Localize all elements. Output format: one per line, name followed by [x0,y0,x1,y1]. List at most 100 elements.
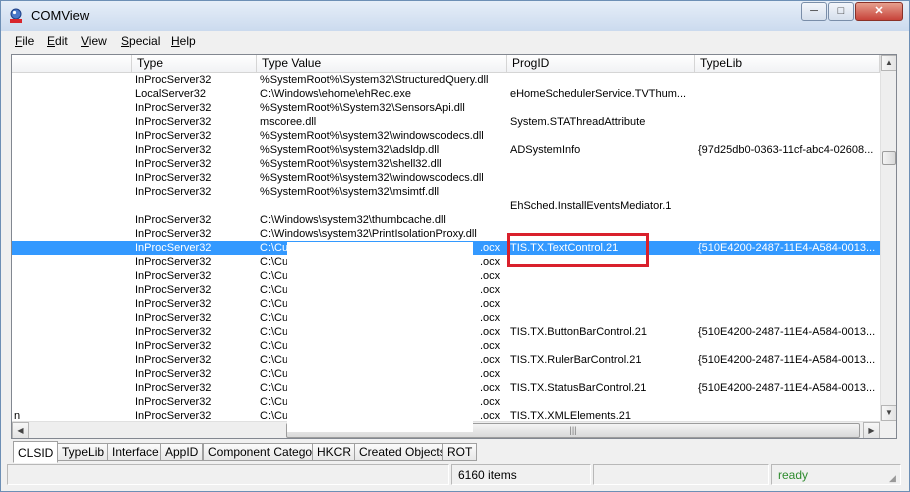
cell-type-value-suffix: .ocx [480,368,501,380]
cell-type: InProcServer32 [135,158,212,170]
table-row[interactable]: InProcServer32 %SystemRoot%\system32\wind… [12,129,880,143]
cell-type: InProcServer32 [135,368,212,380]
cell-type-value-prefix: C:\Cu [260,410,289,421]
cell-type: InProcServer32 [135,354,212,366]
cell-progid: TIS.TX.RulerBarControl.21 [510,354,642,366]
cell-type: LocalServer32 [135,88,206,100]
table-row[interactable]: InProcServer32 %SystemRoot%\system32\msim… [12,185,880,199]
cell-type-value: %SystemRoot%\system32\msimtf.dll [260,186,440,198]
cell-type: InProcServer32 [135,102,212,114]
tab-hkcr[interactable]: HKCR [312,443,357,461]
menu-file[interactable]: File [15,34,34,48]
tab-clsid[interactable]: CLSID [13,441,59,463]
title-bar[interactable]: COMView ─ □ ✕ [1,1,909,31]
status-ready: ready [771,464,901,485]
scroll-right-icon[interactable]: ▶ [863,422,880,438]
status-bar: 6160 items ready ◢ [7,464,903,486]
cell-type-value-prefix: C:\Cu [260,284,289,296]
scroll-corner [880,421,896,438]
cell-type-value-suffix: .ocx [480,396,501,408]
vertical-scrollbar[interactable]: ▲ ▼ [880,55,896,421]
cell-type: InProcServer32 [135,340,212,352]
tab-interface[interactable]: Interface [107,443,164,461]
cell-type-value-prefix: C:\Cu [260,270,289,282]
cell-type-value-suffix: .ocx [480,340,501,352]
cell-type-value-suffix: .ocx [480,326,501,338]
cell-icon-col: n [14,410,21,421]
cell-type-value-suffix: .ocx [480,284,501,296]
table-row[interactable]: EhSched.InstallEventsMediator.1 [12,199,880,213]
tab-appid[interactable]: AppID [160,443,204,461]
progid-highlight-box [507,233,649,267]
menu-special[interactable]: Special [121,34,160,48]
cell-type: InProcServer32 [135,284,212,296]
cell-type-value: C:\Windows\system32\thumbcache.dll [260,214,446,226]
cell-progid: System.STAThreadAttribute [510,116,646,128]
menu-bar: File Edit View Special Help [7,31,903,51]
resize-grip-icon[interactable]: ◢ [889,473,901,485]
column-header-progid[interactable]: ProgID [507,55,695,72]
cell-type: InProcServer32 [135,326,212,338]
cell-typelib: {510E4200-2487-11E4-A584-0013... [698,242,876,254]
cell-progid: EhSched.InstallEventsMediator.1 [510,200,672,212]
table-row[interactable]: LocalServer32 eHomeSchedulerService.TVThu… [12,87,880,101]
redaction-block [287,242,473,432]
menu-help[interactable]: Help [171,34,196,48]
cell-typelib: {510E4200-2487-11E4-A584-0013... [698,382,876,394]
table-row[interactable]: InProcServer32 %SystemRoot%\System32\Sens… [12,101,880,115]
cell-type: InProcServer32 [135,242,212,254]
cell-type: InProcServer32 [135,312,212,324]
cell-type-value-prefix: C:\Cu [260,368,289,380]
status-pane-middle [593,464,769,485]
cell-type: InProcServer32 [135,298,212,310]
column-header-type[interactable]: Type [132,55,257,72]
cell-type-value: C:\Windows\system32\PrintIsolationProxy.… [260,228,477,240]
cell-type: InProcServer32 [135,116,212,128]
tab-created-objects[interactable]: Created Objects [354,443,451,461]
cell-progid: ADSystemInfo [510,144,581,156]
column-header-row: Type Type Value ProgID TypeLib [12,55,880,73]
cell-type: InProcServer32 [135,214,212,226]
table-row[interactable]: InProcServer32 %SystemRoot%\system32\wind… [12,171,880,185]
cell-type-value: %SystemRoot%\system32\windowscodecs.dll [260,130,484,142]
column-header-typelib[interactable]: TypeLib [695,55,880,72]
cell-type: InProcServer32 [135,186,212,198]
tab-rot[interactable]: ROT [442,443,478,461]
cell-typelib: {97d25db0-0363-11cf-abc4-02608... [698,144,874,156]
cell-progid: eHomeSchedulerService.TVThum... [510,88,687,100]
tab-typelib[interactable]: TypeLib [57,443,110,461]
scroll-left-icon[interactable]: ◀ [12,422,29,438]
window-title: COMView [31,8,90,23]
table-row[interactable]: InProcServer32 System.STAThreadAttribute m… [12,115,880,129]
table-row[interactable]: InProcServer32 %SystemRoot%\System32\Stru… [12,73,880,87]
cell-type: InProcServer32 [135,382,212,394]
table-row[interactable]: InProcServer32 ADSystemInfo {97d25db0-0363… [12,143,880,157]
scroll-down-icon[interactable]: ▼ [881,405,896,421]
cell-type-value: %SystemRoot%\system32\adsldp.dll [260,144,440,156]
cell-progid: TIS.TX.XMLElements.21 [510,410,632,421]
close-button[interactable]: ✕ [855,2,903,21]
cell-type-value-prefix: C:\Cu [260,354,289,366]
menu-view[interactable]: View [81,34,107,48]
maximize-button[interactable]: □ [828,2,854,21]
column-header-type-value[interactable]: Type Value [257,55,507,72]
cell-type: InProcServer32 [135,228,212,240]
table-row[interactable]: InProcServer32 C:\Windows\system32\thumbc… [12,213,880,227]
tab-component-category[interactable]: Component Category [203,443,328,461]
table-row[interactable]: InProcServer32 C:\Windows\system32\PrintI… [12,227,880,241]
cell-type-value-prefix: C:\Cu [260,396,289,408]
cell-type-value-suffix: .ocx [480,298,501,310]
cell-type-value: %SystemRoot%\system32\windowscodecs.dll [260,172,484,184]
menu-edit[interactable]: Edit [47,34,68,48]
cell-type: InProcServer32 [135,256,212,268]
table-row[interactable]: InProcServer32 %SystemRoot%\system32\shel… [12,157,880,171]
vertical-scroll-thumb[interactable] [882,151,896,165]
cell-type-value-suffix: .ocx [480,354,501,366]
cell-type: InProcServer32 [135,74,212,86]
cell-type: InProcServer32 [135,172,212,184]
column-header-blank[interactable] [12,55,132,72]
scroll-up-icon[interactable]: ▲ [881,55,896,71]
cell-type: InProcServer32 [135,396,212,408]
cell-type-value: C:\Windows\ehome\ehRec.exe [260,88,412,100]
minimize-button[interactable]: ─ [801,2,827,21]
